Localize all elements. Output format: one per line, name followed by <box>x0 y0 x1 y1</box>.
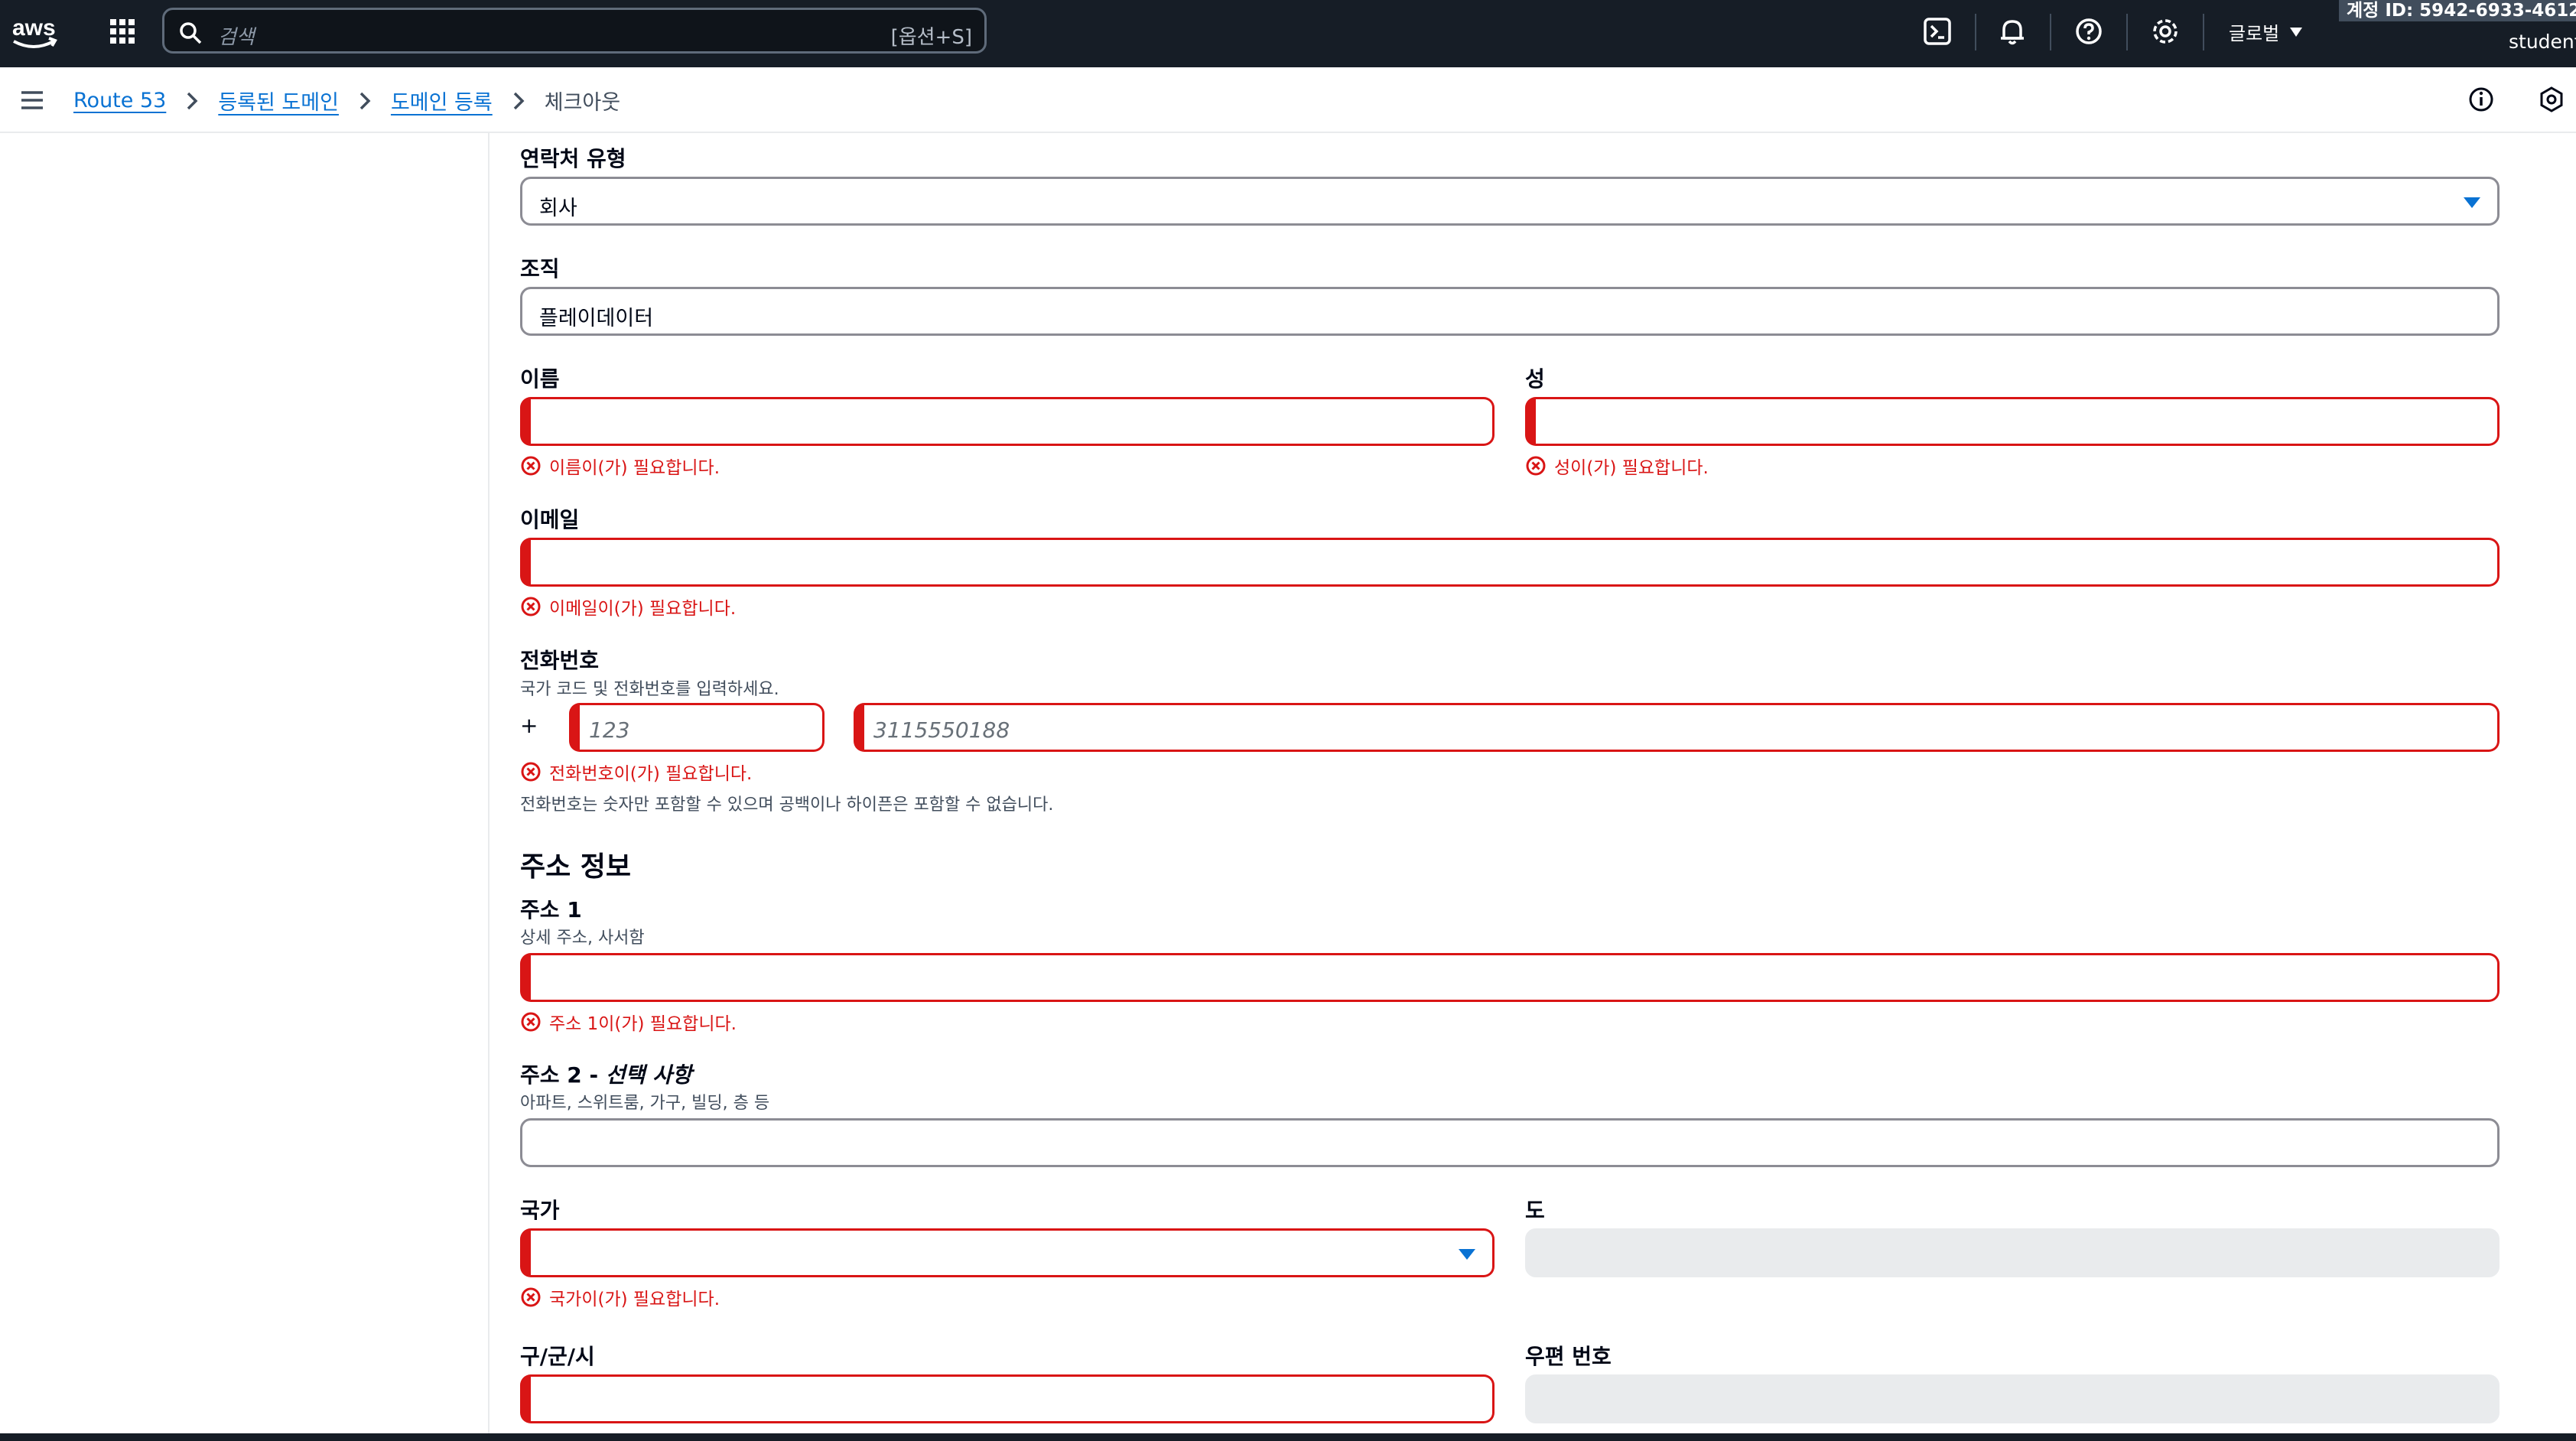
contact-type-select[interactable]: 회사 <box>520 177 2500 226</box>
country-error-text: 국가이(가) 필요합니다. <box>549 1290 720 1309</box>
error-circle-icon <box>521 1012 541 1032</box>
services-menu-icon[interactable] <box>107 16 138 47</box>
phone-number-placeholder: 3115550188 <box>873 717 1010 743</box>
last-name-error-text: 성이(가) 필요합니다. <box>1554 458 1709 478</box>
phone-error-text: 전화번호이(가) 필요합니다. <box>549 764 753 784</box>
region-selector[interactable]: 글로벌 <box>2229 18 2303 45</box>
account-id-text: 계정 ID: 5942-6933-4612 <box>2347 1 2576 21</box>
account-user-name[interactable]: student <box>2509 31 2576 53</box>
phone-hint: 전화번호는 숫자만 포함할 수 있으며 공백이나 하이픈은 포함할 수 없습니다… <box>520 795 1054 815</box>
bottom-edge <box>0 1433 2576 1441</box>
phone-label: 전화번호 <box>520 648 600 673</box>
address-section-title: 주소 정보 <box>520 851 632 883</box>
help-icon[interactable] <box>2073 15 2105 47</box>
aws-logo-text: aws <box>12 15 56 41</box>
top-navigation: aws 검색 [옵션+S] 글로벌 계정 ID: 5942-6933-4612 … <box>0 0 2576 67</box>
chevron-right-icon <box>187 92 198 109</box>
phone-country-code-placeholder: 123 <box>589 717 630 743</box>
breadcrumb-route53[interactable]: Route 53 <box>73 89 166 112</box>
address1-error: 주소 1이(가) 필요합니다. <box>520 1009 737 1035</box>
chevron-right-icon <box>359 92 371 109</box>
email-error-text: 이메일이(가) 필요합니다. <box>549 599 737 619</box>
email-label: 이메일 <box>520 507 580 532</box>
side-panel-divider <box>488 133 490 1433</box>
city-input[interactable] <box>520 1374 1495 1423</box>
phone-plus-sign: + <box>520 713 538 738</box>
phone-error: 전화번호이(가) 필요합니다. <box>520 759 752 785</box>
address2-optional-text: 선택 사항 <box>605 1062 692 1088</box>
divider <box>2203 14 2204 50</box>
first-name-error-text: 이름이(가) 필요합니다. <box>549 458 720 478</box>
search-icon <box>178 21 203 45</box>
address2-label-text: 주소 2 - <box>520 1062 606 1088</box>
phone-description: 국가 코드 및 전화번호를 입력하세요. <box>520 680 779 699</box>
account-id-badge[interactable]: 계정 ID: 5942-6933-4612 ▾ <box>2339 0 2576 21</box>
search-input[interactable]: 검색 [옵션+S] <box>162 8 987 54</box>
postal-code-label: 우편 번호 <box>1525 1344 1612 1369</box>
caret-down-icon <box>2464 197 2480 208</box>
contact-type-label: 연락처 유형 <box>520 146 626 171</box>
first-name-error: 이름이(가) 필요합니다. <box>520 453 720 479</box>
address2-description: 아파트, 스위트룸, 가구, 빌딩, 층 등 <box>520 1094 770 1113</box>
city-label: 구/군/시 <box>520 1344 595 1369</box>
caret-down-icon <box>1459 1249 1475 1260</box>
search-placeholder: 검색 <box>218 26 255 49</box>
email-input[interactable] <box>520 538 2500 587</box>
cloudshell-icon[interactable] <box>1921 15 1953 47</box>
email-error: 이메일이(가) 필요합니다. <box>520 594 736 620</box>
state-label: 도 <box>1525 1198 1545 1223</box>
caret-down-icon <box>2290 27 2303 37</box>
address1-label: 주소 1 <box>520 897 582 922</box>
country-select[interactable] <box>520 1228 1495 1277</box>
side-navigation-menu-icon[interactable] <box>18 87 46 113</box>
error-circle-icon <box>1526 456 1546 476</box>
info-icon[interactable] <box>2467 86 2495 113</box>
address1-input[interactable] <box>520 953 2500 1002</box>
divider <box>2050 14 2051 50</box>
breadcrumb: Route 53 등록된 도메인 도메인 등록 체크아웃 <box>73 86 620 115</box>
address1-error-text: 주소 1이(가) 필요합니다. <box>549 1014 737 1034</box>
first-name-input[interactable] <box>520 397 1495 446</box>
error-circle-icon <box>521 456 541 476</box>
address2-input[interactable] <box>520 1118 2500 1167</box>
organization-input[interactable]: 플레이데이터 <box>520 287 2500 336</box>
notifications-bell-icon[interactable] <box>1996 15 2028 47</box>
divider <box>1975 14 1976 50</box>
last-name-label: 성 <box>1525 366 1545 392</box>
search-shortcut: [옵션+S] <box>890 26 972 49</box>
breadcrumb-current: 체크아웃 <box>544 91 621 115</box>
region-label: 글로벌 <box>2229 23 2280 44</box>
chevron-right-icon <box>513 92 525 109</box>
organization-value: 플레이데이터 <box>539 307 654 330</box>
state-input <box>1525 1228 2500 1277</box>
aws-logo[interactable]: aws <box>11 11 61 54</box>
address2-label: 주소 2 - 선택 사항 <box>520 1059 692 1089</box>
first-name-label: 이름 <box>520 366 560 392</box>
breadcrumb-register-domain[interactable]: 도메인 등록 <box>391 86 493 115</box>
last-name-input[interactable] <box>1525 397 2500 446</box>
breadcrumb-registered-domains[interactable]: 등록된 도메인 <box>218 86 339 115</box>
error-circle-icon <box>521 762 541 782</box>
settings-gear-icon[interactable] <box>2149 15 2181 47</box>
country-error: 국가이(가) 필요합니다. <box>520 1284 720 1310</box>
breadcrumb-bar: Route 53 등록된 도메인 도메인 등록 체크아웃 <box>0 67 2576 133</box>
phone-number-input[interactable]: 3115550188 <box>854 703 2500 752</box>
phone-country-code-input[interactable]: 123 <box>569 703 825 752</box>
last-name-error: 성이(가) 필요합니다. <box>1525 453 1709 479</box>
tools-panel-icon[interactable] <box>2538 86 2565 113</box>
divider <box>2126 14 2128 50</box>
postal-code-input <box>1525 1374 2500 1423</box>
address1-description: 상세 주소, 사서함 <box>520 929 645 948</box>
error-circle-icon <box>521 597 541 616</box>
country-label: 국가 <box>520 1198 560 1223</box>
organization-label: 조직 <box>520 256 560 281</box>
contact-type-value: 회사 <box>539 197 577 220</box>
error-circle-icon <box>521 1287 541 1307</box>
